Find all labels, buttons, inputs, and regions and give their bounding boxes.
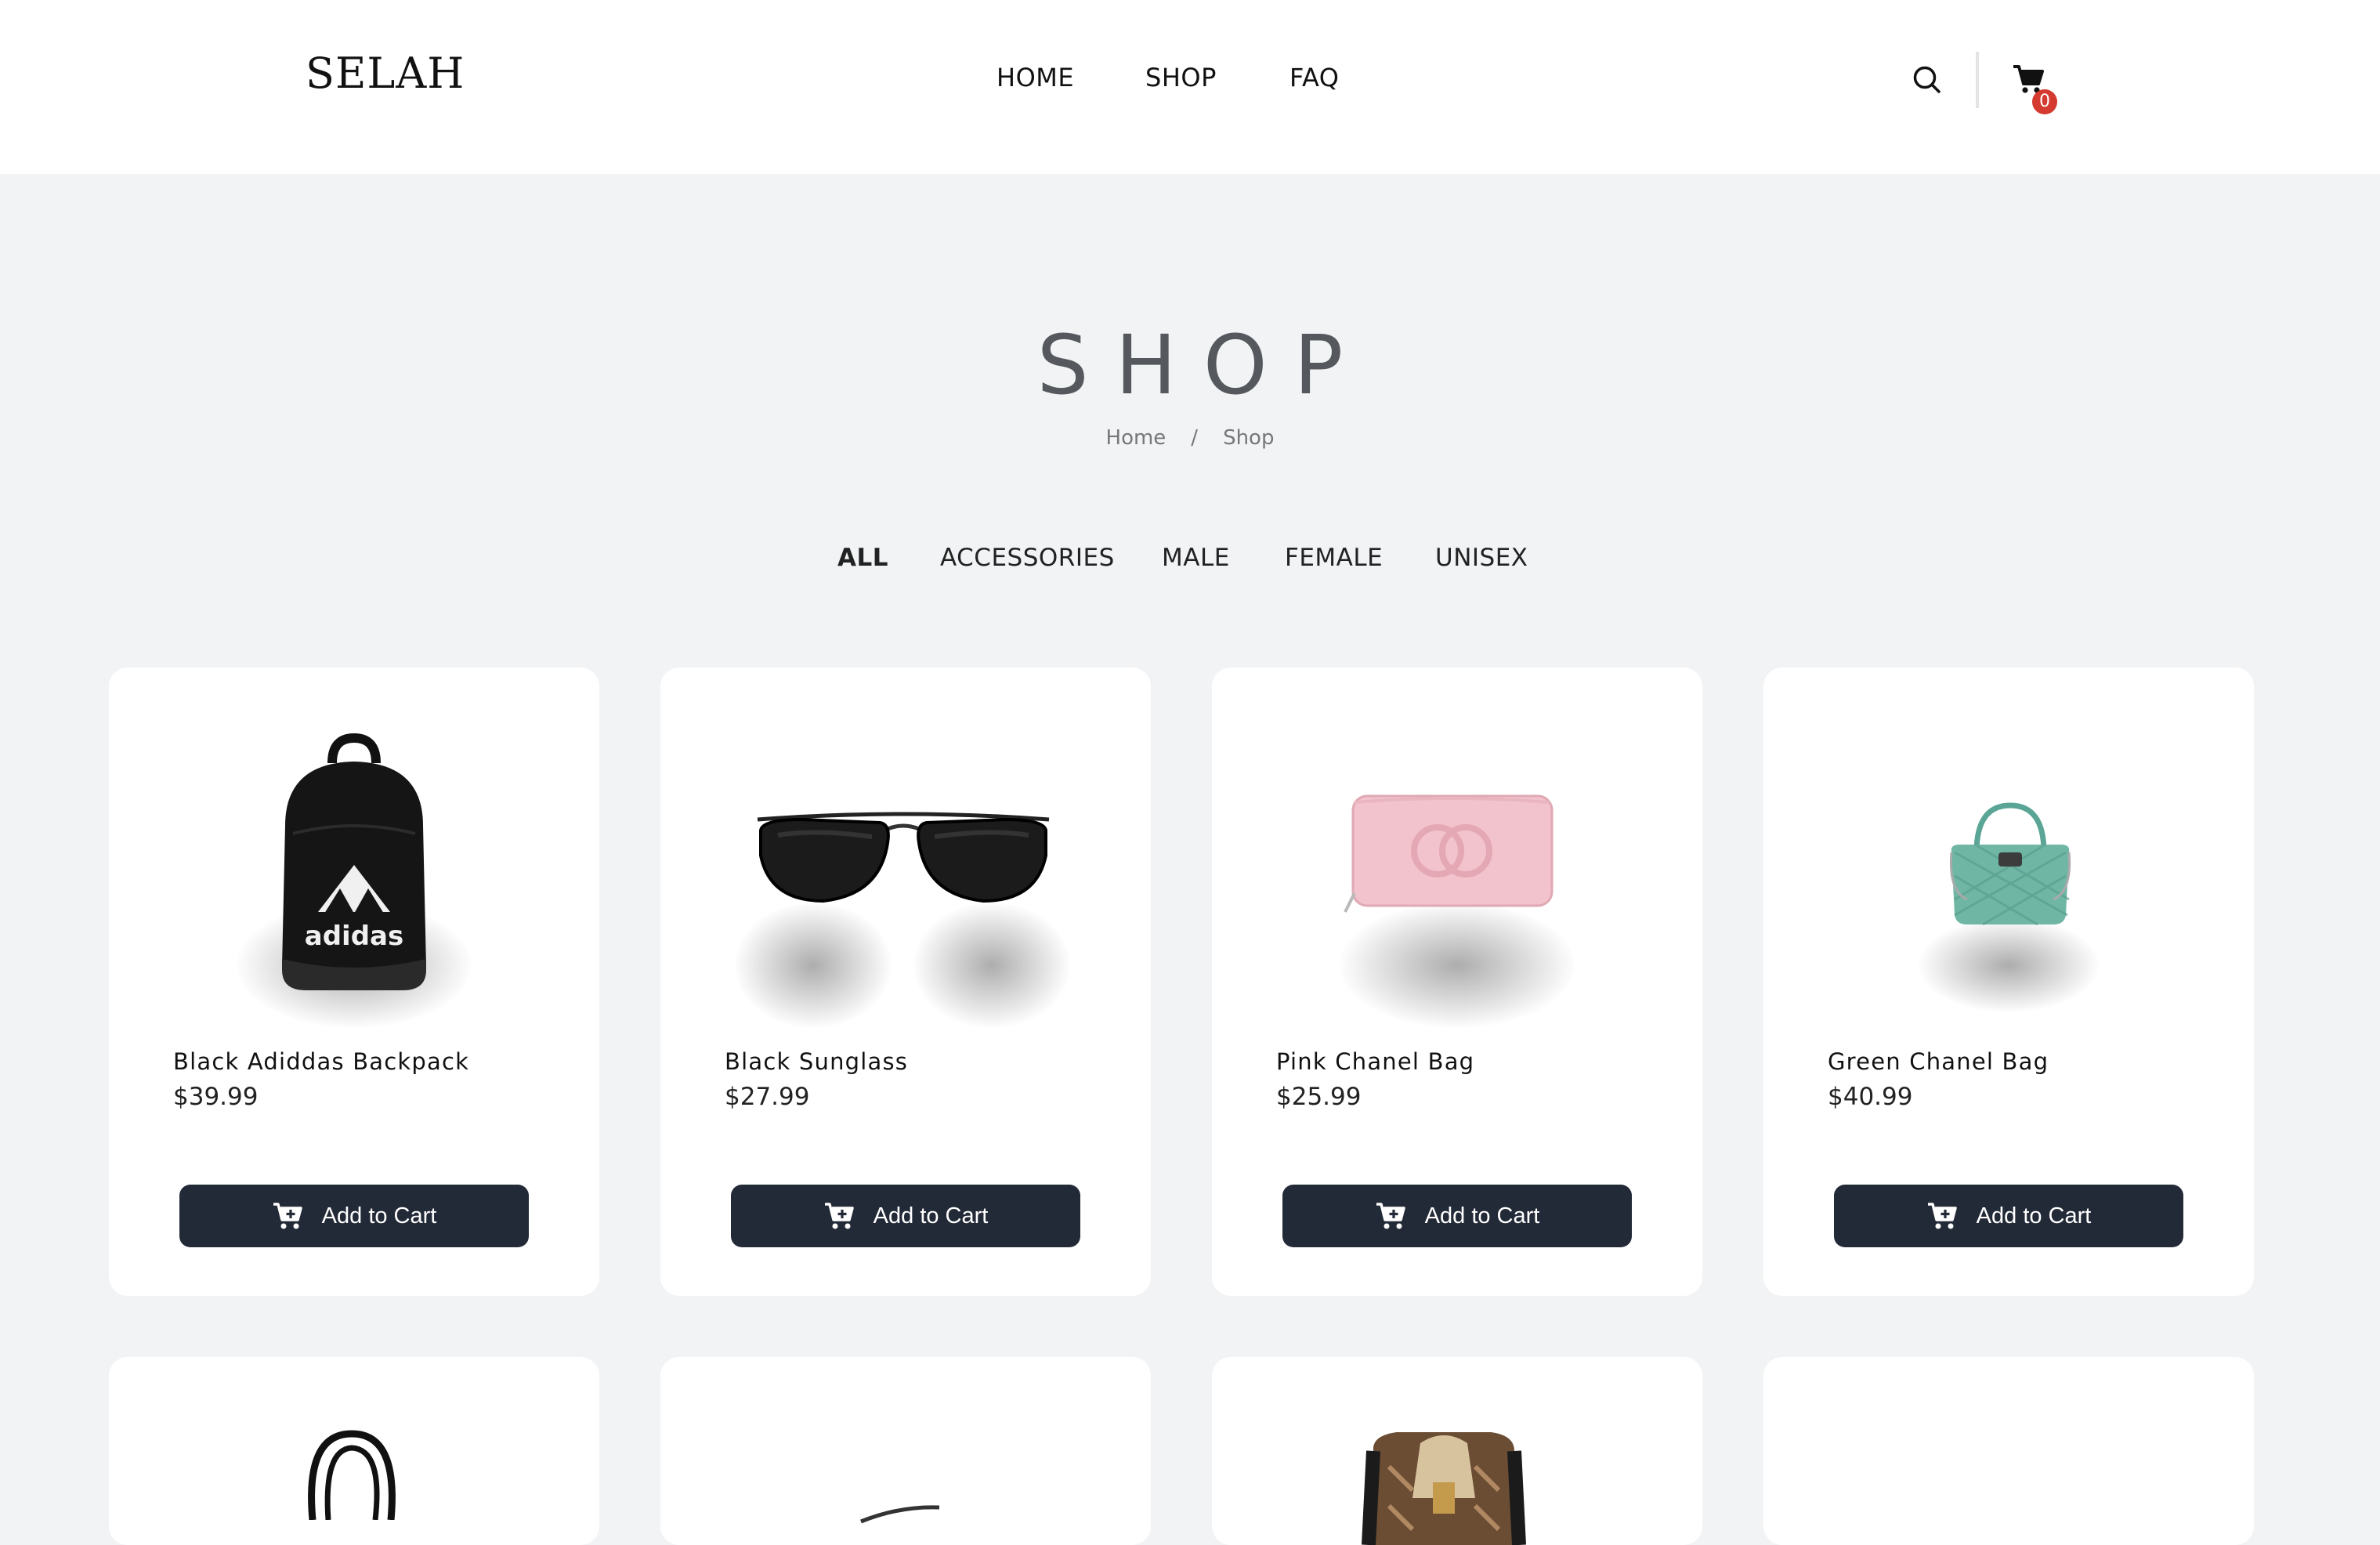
breadcrumb-home[interactable]: Home xyxy=(1106,426,1166,450)
product-card[interactable] xyxy=(1212,1357,1702,1545)
nav-shop[interactable]: SHOP xyxy=(1145,63,1217,92)
product-price: $27.99 xyxy=(725,1083,810,1111)
brown-backpack-icon xyxy=(1362,1432,1526,1545)
header-divider xyxy=(1976,52,1979,108)
product-card[interactable]: adidas Black Adiddas Backpack $39.99 Add… xyxy=(109,668,599,1296)
breadcrumb: Home / Shop xyxy=(0,426,2380,450)
product-price: $40.99 xyxy=(1828,1083,1913,1111)
svg-text:adidas: adidas xyxy=(305,921,403,952)
add-to-cart-button[interactable]: Add to Cart xyxy=(731,1185,1080,1247)
logo[interactable]: SELAH xyxy=(306,49,465,98)
add-to-cart-label: Add to Cart xyxy=(873,1203,989,1228)
nav-faq[interactable]: FAQ xyxy=(1289,63,1339,92)
cart-plus-icon xyxy=(1927,1203,1957,1229)
product-card[interactable]: Green Chanel Bag $40.99 Add to Cart xyxy=(1763,668,2254,1296)
product-shadow xyxy=(735,903,892,1028)
product-name[interactable]: Green Chanel Bag xyxy=(1828,1048,2049,1075)
product-card[interactable] xyxy=(660,1357,1151,1545)
filter-male[interactable]: MALE xyxy=(1162,544,1230,572)
product-image-icon xyxy=(860,1505,940,1524)
product-name[interactable]: Black Sunglass xyxy=(725,1048,908,1075)
add-to-cart-button[interactable]: Add to Cart xyxy=(1282,1185,1632,1247)
filter-accessories[interactable]: ACCESSORIES xyxy=(940,544,1115,572)
filter-all[interactable]: ALL xyxy=(837,544,888,572)
cart-plus-icon xyxy=(273,1203,302,1229)
backpack-image[interactable]: adidas xyxy=(109,668,599,1036)
pink-wallet-image[interactable] xyxy=(1212,668,1702,1036)
product-price: $39.99 xyxy=(173,1083,259,1111)
nav-home[interactable]: HOME xyxy=(996,63,1074,92)
breadcrumb-separator: / xyxy=(1191,426,1199,450)
backpack-icon: adidas xyxy=(282,733,426,990)
sunglasses-image[interactable] xyxy=(660,668,1151,1036)
page-title: SHOP xyxy=(1036,317,1370,413)
breadcrumb-current: Shop xyxy=(1223,426,1275,450)
search-icon[interactable] xyxy=(1912,64,1943,96)
green-handbag-image[interactable] xyxy=(1763,668,2254,1036)
filter-unisex[interactable]: UNISEX xyxy=(1435,544,1528,572)
product-card[interactable] xyxy=(109,1357,599,1545)
product-price: $25.99 xyxy=(1276,1083,1362,1111)
cart-plus-icon xyxy=(1376,1203,1405,1229)
add-to-cart-button[interactable]: Add to Cart xyxy=(1834,1185,2183,1247)
green-handbag-icon xyxy=(1949,802,2071,926)
add-to-cart-button[interactable]: Add to Cart xyxy=(179,1185,529,1247)
add-to-cart-label: Add to Cart xyxy=(1976,1203,2092,1228)
product-shadow xyxy=(1340,903,1575,1028)
product-shadow xyxy=(913,903,1070,1028)
product-name[interactable]: Black Adiddas Backpack xyxy=(173,1048,469,1075)
cart-count-badge: 0 xyxy=(2032,89,2057,114)
pink-wallet-icon xyxy=(1344,794,1554,913)
cart-plus-icon xyxy=(824,1203,854,1229)
product-shadow xyxy=(1919,918,2099,1012)
product-name[interactable]: Pink Chanel Bag xyxy=(1276,1048,1474,1075)
add-to-cart-label: Add to Cart xyxy=(321,1203,437,1228)
product-card[interactable]: Black Sunglass $27.99 Add to Cart xyxy=(660,668,1151,1296)
product-card[interactable]: Pink Chanel Bag $25.99 Add to Cart xyxy=(1212,668,1702,1296)
add-to-cart-label: Add to Cart xyxy=(1424,1203,1540,1228)
site-header: SELAH HOME SHOP FAQ 0 xyxy=(0,0,2380,174)
tote-bag-icon xyxy=(308,1430,396,1520)
filter-female[interactable]: FEMALE xyxy=(1285,544,1383,572)
product-card[interactable] xyxy=(1763,1357,2254,1545)
sunglasses-icon xyxy=(757,812,1050,903)
